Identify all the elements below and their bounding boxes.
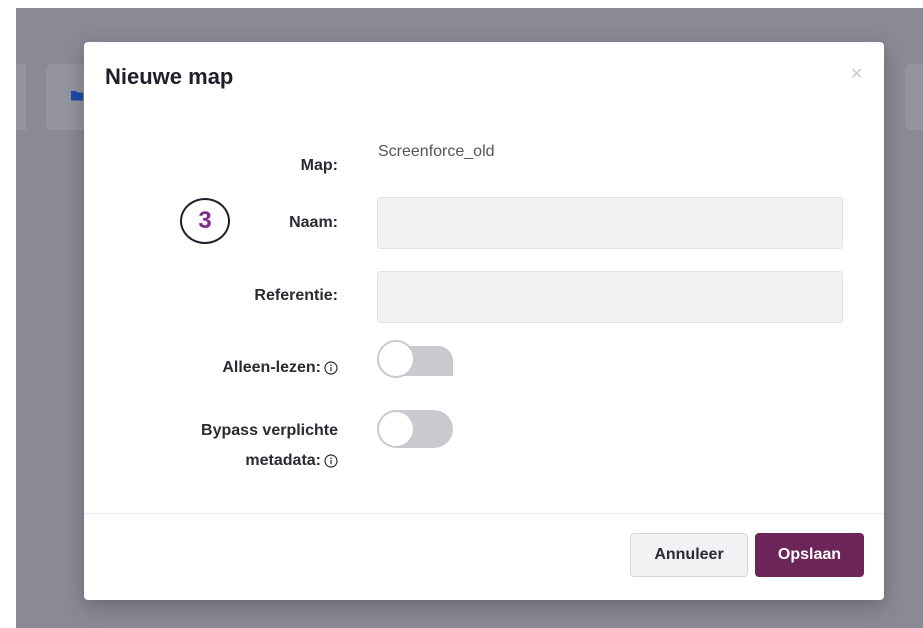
footer-divider (84, 513, 884, 514)
new-folder-dialog: Nieuwe map ✕ Map: Screenforce_old 3 Naam… (84, 42, 884, 600)
save-button[interactable]: Opslaan (755, 533, 864, 577)
info-icon[interactable] (324, 361, 338, 375)
map-label: Map: (300, 157, 338, 174)
folder-icon (71, 91, 83, 101)
referentie-input[interactable] (377, 271, 843, 323)
alleen-lezen-label: Alleen-lezen: (222, 359, 321, 376)
map-value: Screenforce_old (378, 143, 495, 160)
alleen-lezen-toggle[interactable] (377, 340, 453, 378)
step-number-badge: 3 (180, 198, 230, 244)
background-card-right (905, 64, 923, 130)
dialog-title: Nieuwe map (105, 64, 234, 89)
referentie-label: Referentie: (254, 287, 338, 304)
bypass-metadata-toggle[interactable] (377, 410, 453, 448)
close-icon[interactable]: ✕ (850, 64, 863, 84)
toggle-knob (377, 340, 415, 378)
background-panel (16, 64, 26, 130)
toggle-knob (379, 412, 413, 446)
alleen-lezen-label-row: Alleen-lezen: (222, 357, 338, 379)
cancel-button[interactable]: Annuleer (630, 533, 748, 577)
naam-label: Naam: (289, 214, 338, 231)
info-icon[interactable] (324, 454, 338, 468)
bypass-label-line1: Bypass verplichte (201, 422, 338, 439)
naam-input[interactable] (377, 197, 843, 249)
bypass-label-row2: metadata: (245, 450, 338, 472)
bypass-label-line2: metadata: (245, 452, 321, 469)
